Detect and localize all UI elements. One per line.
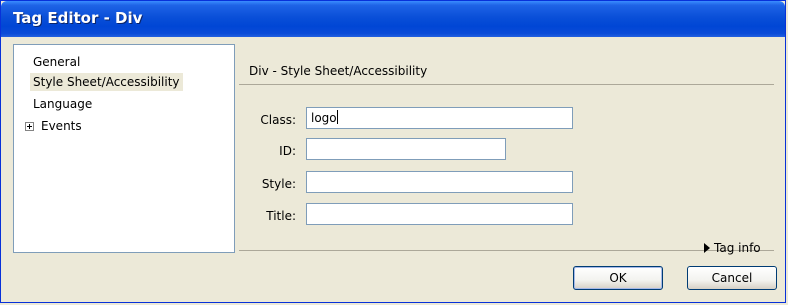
tag-info-label: Tag info	[714, 241, 761, 255]
class-input[interactable]: logo	[306, 107, 573, 129]
class-label: Class:	[260, 113, 296, 127]
tree-item-label: Events	[41, 119, 82, 133]
style-input[interactable]	[306, 171, 573, 193]
panel-title-divider	[239, 84, 774, 85]
category-tree[interactable]: General Style Sheet/Accessibility Langua…	[13, 44, 235, 253]
tree-item-label: Style Sheet/Accessibility	[33, 75, 180, 89]
bottom-divider	[239, 250, 774, 251]
ok-button[interactable]: OK	[573, 266, 663, 290]
title-input[interactable]	[306, 203, 573, 225]
class-input-value: logo	[311, 111, 337, 125]
expand-plus-icon[interactable]	[25, 122, 34, 131]
tag-editor-dialog: Tag Editor - Div General Style Sheet/Acc…	[0, 0, 786, 303]
tree-item-label: Language	[33, 97, 93, 111]
panel-title: Div - Style Sheet/Accessibility	[249, 64, 428, 78]
window-title: Tag Editor - Div	[13, 9, 143, 27]
text-cursor	[336, 110, 338, 124]
id-input[interactable]	[306, 138, 506, 160]
tree-item-events[interactable]: Events	[38, 117, 85, 135]
tree-item-language[interactable]: Language	[30, 95, 95, 113]
tag-info-toggle[interactable]: Tag info	[704, 241, 761, 255]
tree-item-general[interactable]: General	[30, 53, 83, 71]
tree-item-style-sheet-accessibility[interactable]: Style Sheet/Accessibility	[30, 73, 183, 91]
id-label: ID:	[279, 144, 296, 158]
cancel-button[interactable]: Cancel	[687, 266, 777, 290]
title-label: Title:	[266, 209, 296, 223]
tree-item-label: General	[33, 55, 81, 69]
title-bar[interactable]: Tag Editor - Div	[1, 1, 785, 37]
expand-triangle-icon	[704, 243, 710, 253]
style-label: Style:	[261, 177, 296, 191]
